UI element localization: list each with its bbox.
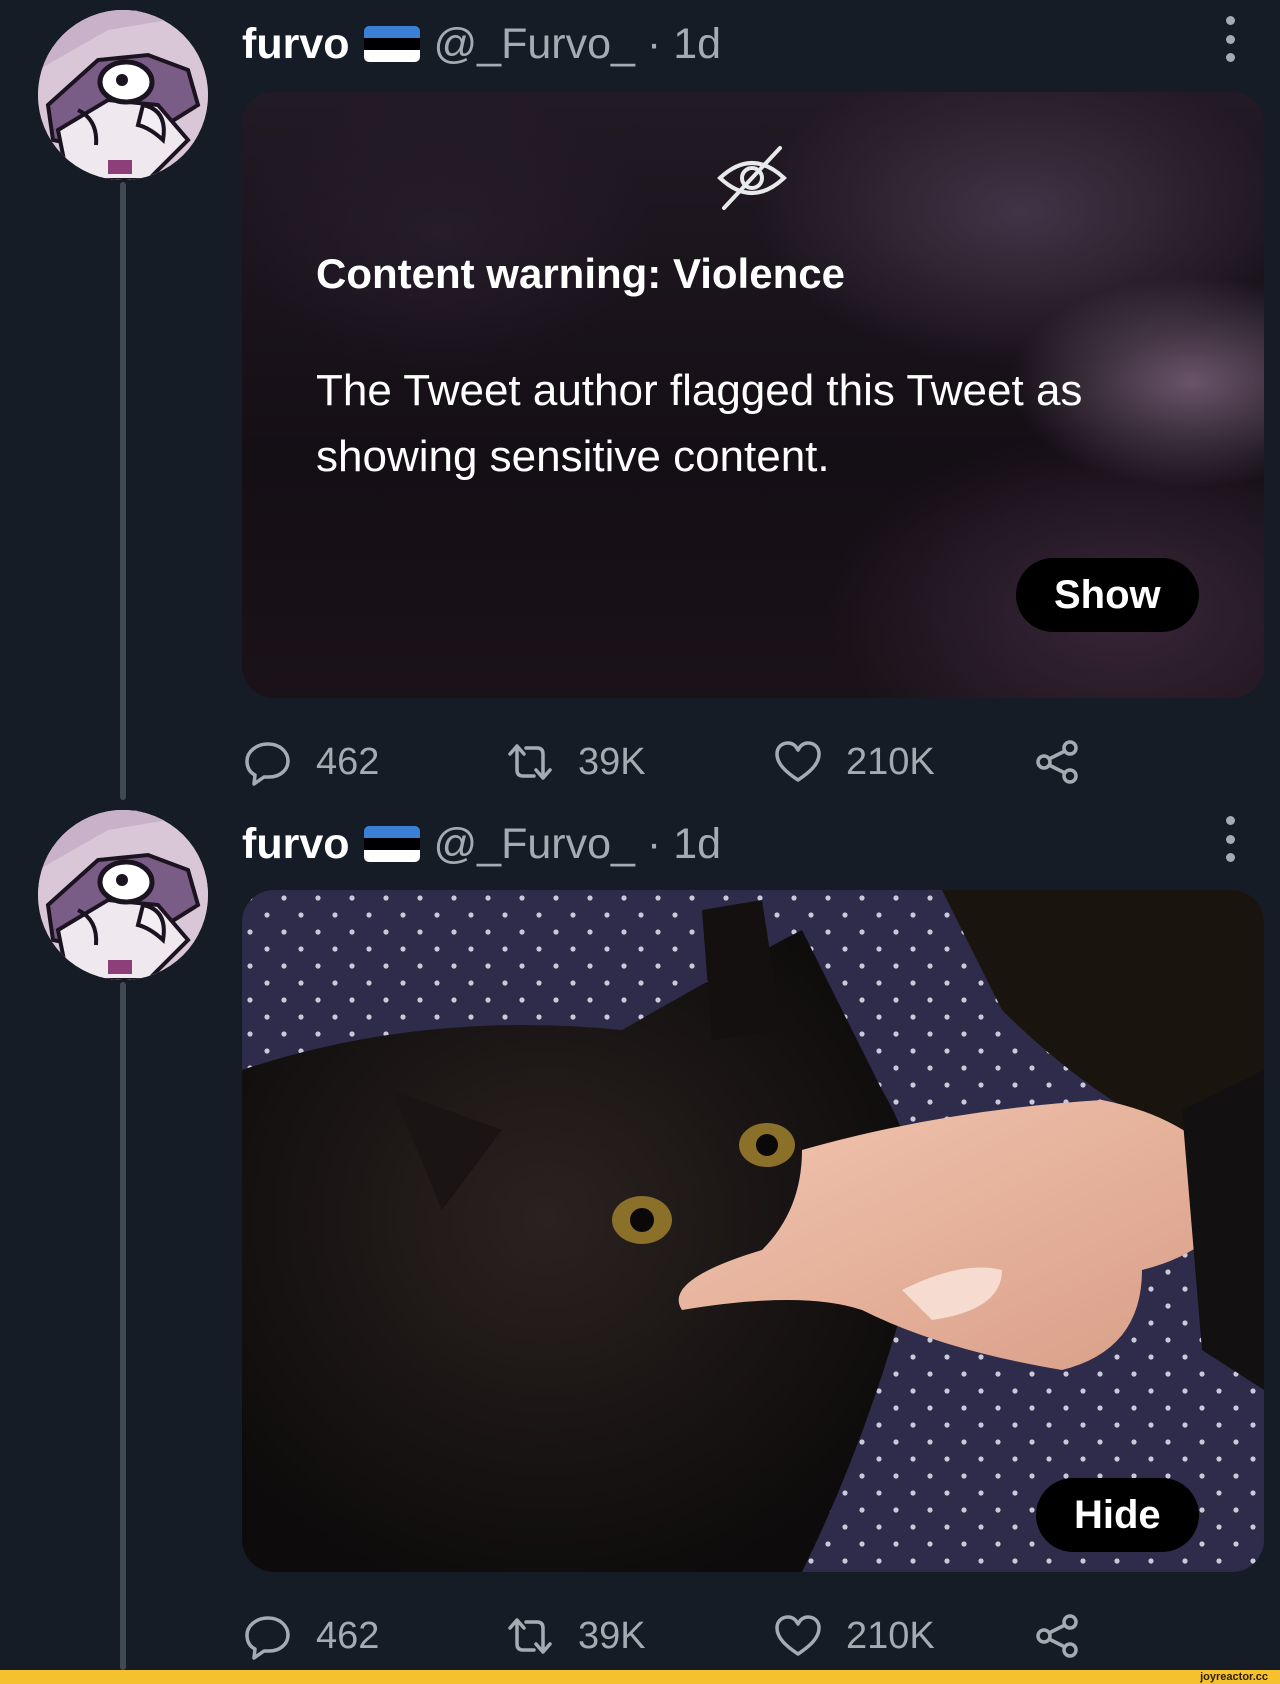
tweet-photo[interactable]: Hide: [242, 890, 1264, 1572]
author-name[interactable]: furvo: [242, 20, 350, 69]
tweet-actions: 462 39K 210K: [242, 730, 1122, 794]
retweet-button[interactable]: 39K: [504, 1604, 646, 1668]
reply-count: 462: [316, 1614, 380, 1657]
author-handle[interactable]: @_Furvo_: [434, 820, 635, 869]
avatar-cartoon-icon: [38, 10, 208, 180]
watermark-bar: joyreactor.cc: [0, 1670, 1280, 1684]
hide-button[interactable]: Hide: [1036, 1478, 1199, 1552]
retweet-count: 39K: [578, 1614, 646, 1657]
tweet-header: furvo @_Furvo_ · 1d: [242, 14, 721, 74]
author-handle[interactable]: @_Furvo_: [434, 20, 635, 69]
reply-button[interactable]: 462: [242, 730, 379, 794]
content-warning-title: Content warning: Violence: [316, 250, 845, 297]
like-count: 210K: [846, 1614, 935, 1657]
tweet[interactable]: furvo @_Furvo_ · 1d Content warning: Vio…: [0, 0, 1280, 800]
tweet-header: furvo @_Furvo_ · 1d: [242, 814, 721, 874]
reply-button[interactable]: 462: [242, 1604, 379, 1668]
heart-icon: [775, 741, 821, 782]
reply-icon: [245, 1616, 290, 1660]
more-options-icon[interactable]: [1218, 816, 1242, 862]
eye-off-icon: [717, 146, 787, 210]
tweet-actions: 462 39K 210K: [242, 1604, 1122, 1668]
more-options-icon[interactable]: [1218, 16, 1242, 62]
retweet-icon: [508, 1618, 552, 1654]
heart-icon: [775, 1615, 821, 1656]
tweet[interactable]: furvo @_Furvo_ · 1d Hide 462 39K 210K: [0, 800, 1280, 1670]
thread-line: [120, 982, 126, 1670]
separator-dot: ·: [646, 819, 662, 868]
like-count: 210K: [846, 740, 935, 783]
like-button[interactable]: 210K: [772, 730, 935, 794]
content-warning-text: The Tweet author flagged this Tweet as s…: [316, 366, 1083, 481]
tweet-time[interactable]: 1d: [673, 820, 721, 869]
avatar[interactable]: [38, 10, 208, 180]
avatar[interactable]: [38, 810, 208, 980]
avatar-cartoon-icon: [38, 810, 208, 980]
share-icon: [1036, 740, 1078, 784]
share-button[interactable]: [1032, 1604, 1084, 1668]
tweet-time[interactable]: 1d: [673, 20, 721, 69]
share-icon: [1036, 1614, 1078, 1658]
estonia-flag-icon: [363, 26, 420, 62]
retweet-button[interactable]: 39K: [504, 730, 646, 794]
retweet-count: 39K: [578, 740, 646, 783]
share-button[interactable]: [1032, 730, 1084, 794]
estonia-flag-icon: [363, 826, 420, 862]
thread-line: [120, 182, 126, 800]
black-cat-biting-finger-photo: [242, 890, 1264, 1572]
author-name[interactable]: furvo: [242, 820, 350, 869]
watermark-site: joyreactor.cc: [1200, 1671, 1268, 1683]
separator-dot: ·: [646, 19, 662, 68]
retweet-icon: [508, 744, 552, 780]
like-button[interactable]: 210K: [772, 1604, 935, 1668]
sensitive-media: Content warning: Violence The Tweet auth…: [242, 92, 1264, 698]
reply-icon: [245, 742, 290, 786]
show-button[interactable]: Show: [1016, 558, 1199, 632]
page: furvo @_Furvo_ · 1d Content warning: Vio…: [0, 0, 1280, 1684]
reply-count: 462: [316, 740, 380, 783]
